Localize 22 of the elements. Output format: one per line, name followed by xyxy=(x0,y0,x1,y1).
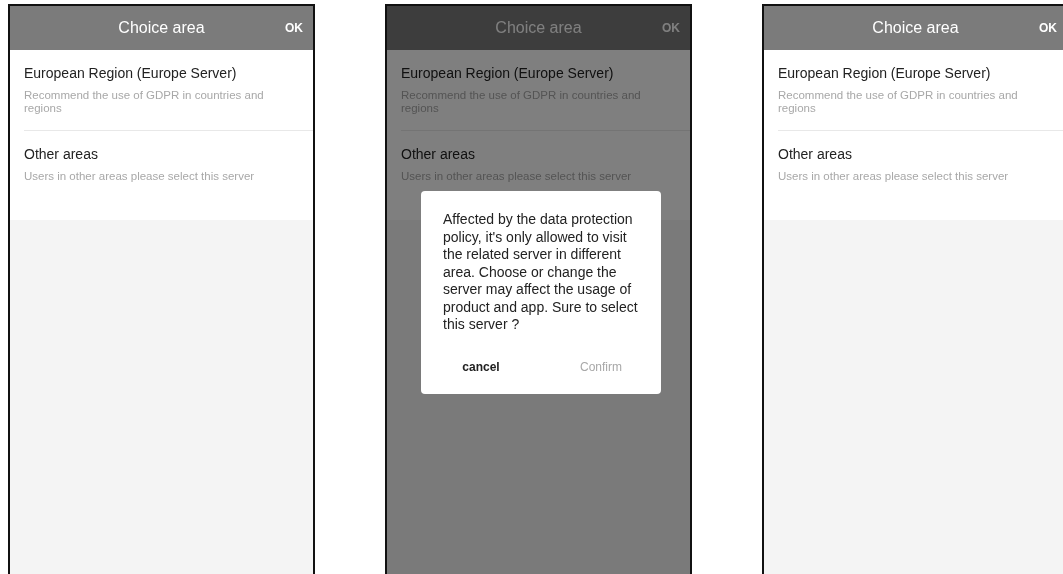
region-option[interactable]: Other areas Users in other areas please select this server xyxy=(778,131,1063,198)
option-name: European Region (Europe Server) xyxy=(778,65,992,81)
dialog-button[interactable]: cancel xyxy=(421,347,541,386)
dialog-message: Affected by the data protection policy, it's only allowed to visit the related server in different area. Choose or change the server may affect the usage of product and app. Sure to select this server ? xyxy=(442,210,639,334)
option-description: Users in other areas please select this server xyxy=(24,170,256,183)
screen-title: Choice area xyxy=(872,19,959,37)
option-description: Users in other areas please select this server xyxy=(778,170,1010,183)
region-option[interactable]: Other areas Users in other areas please select this server xyxy=(24,131,313,198)
ok-button[interactable]: OK xyxy=(658,19,684,37)
option-name: European Region (Europe Server) xyxy=(24,65,238,81)
screen-title: Choice area xyxy=(495,19,582,37)
option-name: Other areas xyxy=(778,146,853,162)
option-name: European Region (Europe Server) xyxy=(401,65,615,81)
region-option[interactable]: European Region (Europe Server) Recommend the use of GDPR in countries and regions xyxy=(24,50,313,131)
region-option[interactable]: European Region (Europe Server) Recommend the use of GDPR in countries and regions xyxy=(778,50,1063,131)
ok-button[interactable]: OK xyxy=(281,19,307,37)
screen-title: Choice area xyxy=(118,19,205,37)
option-description: Recommend the use of GDPR in countries and regions xyxy=(24,89,265,115)
ok-button[interactable]: OK xyxy=(1035,19,1061,37)
option-name: Other areas xyxy=(401,146,476,162)
option-description: Recommend the use of GDPR in countries and regions xyxy=(778,89,1019,115)
option-name: Other areas xyxy=(24,146,99,162)
